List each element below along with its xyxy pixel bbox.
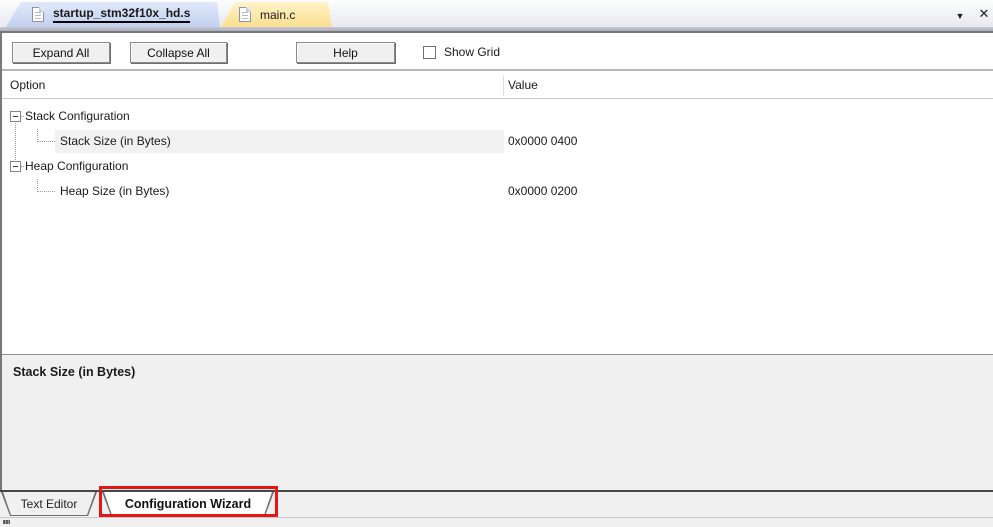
option-label[interactable]: Heap Configuration xyxy=(25,154,128,179)
document-tabbar: startup_stm32f10x_hd.s main.c ▼ ✕ xyxy=(0,0,993,31)
scroll-grip-mark xyxy=(3,520,10,524)
collapse-minus-icon[interactable] xyxy=(10,161,21,172)
wizard-toolbar: Expand All Collapse All Help Show Grid xyxy=(2,33,993,71)
table-header: Option Value xyxy=(2,73,993,99)
description-title: Stack Size (in Bytes) xyxy=(13,365,135,379)
description-panel: Stack Size (in Bytes) xyxy=(2,354,993,480)
tab-label: main.c xyxy=(260,8,295,22)
tree-row-stack-configuration[interactable]: Stack Configuration xyxy=(2,104,993,129)
tree-row-heap-size[interactable]: Heap Size (in Bytes) 0x0000 0200 xyxy=(2,179,993,204)
document-icon xyxy=(32,7,44,22)
config-wizard-pane: Expand All Collapse All Help Show Grid O… xyxy=(0,31,993,490)
collapse-minus-icon[interactable] xyxy=(10,111,21,122)
bottom-divider xyxy=(0,517,993,518)
expand-all-button[interactable]: Expand All xyxy=(12,42,110,63)
tab-label: Configuration Wizard xyxy=(102,492,274,515)
option-label[interactable]: Stack Configuration xyxy=(25,104,130,129)
tab-configuration-wizard[interactable]: Configuration Wizard xyxy=(102,492,274,516)
tab-startup-file[interactable]: startup_stm32f10x_hd.s xyxy=(6,2,220,27)
tree-row-stack-size[interactable]: Stack Size (in Bytes) 0x0000 0400 xyxy=(2,129,993,154)
tab-label: startup_stm32f10x_hd.s xyxy=(53,6,190,23)
show-grid-checkbox[interactable] xyxy=(423,46,436,59)
pane-filler xyxy=(2,480,993,490)
show-grid-label: Show Grid xyxy=(444,45,500,59)
option-tree: Stack Configuration Stack Size (in Bytes… xyxy=(2,100,993,354)
tree-row-heap-configuration[interactable]: Heap Configuration xyxy=(2,154,993,179)
column-divider[interactable] xyxy=(503,76,504,96)
column-header-option: Option xyxy=(10,78,45,92)
column-header-value: Value xyxy=(508,78,538,92)
help-button[interactable]: Help xyxy=(296,42,395,63)
tab-label: Text Editor xyxy=(1,492,97,515)
close-icon[interactable]: ✕ xyxy=(975,5,993,23)
option-label[interactable]: Heap Size (in Bytes) xyxy=(60,179,169,204)
tab-main-c[interactable]: main.c xyxy=(221,2,332,27)
tab-list-dropdown-icon[interactable]: ▼ xyxy=(951,8,969,24)
option-value[interactable]: 0x0000 0400 xyxy=(508,129,577,154)
configuration-wizard-view: startup_stm32f10x_hd.s main.c ▼ ✕ Expand… xyxy=(0,0,993,527)
option-label[interactable]: Stack Size (in Bytes) xyxy=(60,129,171,154)
tab-text-editor[interactable]: Text Editor xyxy=(1,492,97,516)
option-value[interactable]: 0x0000 0200 xyxy=(508,179,577,204)
collapse-all-button[interactable]: Collapse All xyxy=(130,42,227,63)
document-icon xyxy=(239,7,251,22)
